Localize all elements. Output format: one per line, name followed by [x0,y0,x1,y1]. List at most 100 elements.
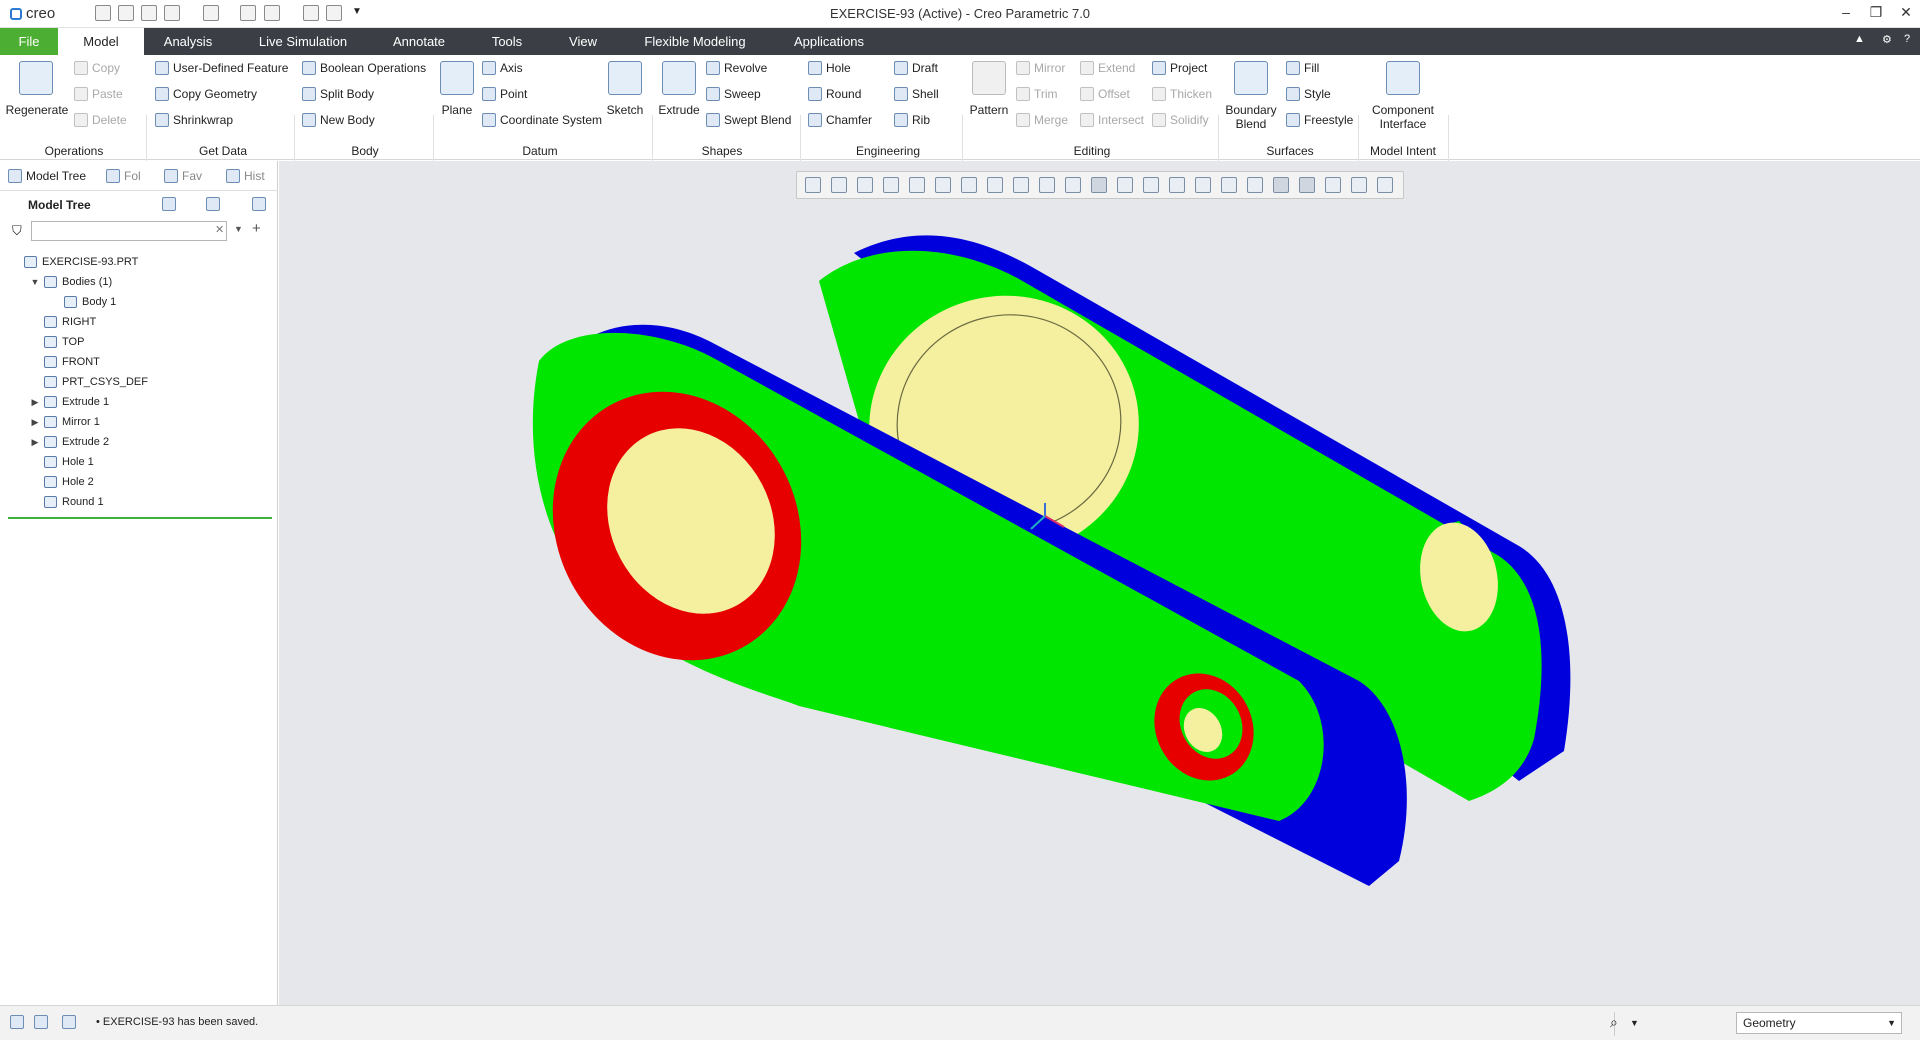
plane-icon[interactable] [440,61,474,95]
trim-button[interactable]: Trim [1016,87,1058,101]
group-surfaces[interactable]: Surfaces [1250,144,1330,158]
tab-applications[interactable]: Applications [786,28,872,55]
extrude-icon[interactable] [662,61,696,95]
tree-item[interactable]: ▶ Extrude 2 [0,433,109,451]
group-engineering[interactable]: Engineering [840,144,936,158]
tree-item[interactable]: RIGHT [0,313,96,331]
group-operations[interactable]: Operations [30,144,118,158]
new-body-button[interactable]: New Body [302,113,375,127]
find-dropdown-icon[interactable]: ▼ [1630,1018,1639,1028]
component-interface-icon[interactable] [1386,61,1420,95]
tree-item[interactable]: Hole 1 [0,453,94,471]
tab-history[interactable]: Hist [226,169,265,183]
tree-item[interactable]: FRONT [0,353,100,371]
clear-search-icon[interactable]: ✕ [215,223,224,236]
add-icon[interactable]: + [252,220,261,237]
group-datum[interactable]: Datum [510,144,570,158]
draft-button[interactable]: Draft [894,61,938,75]
group-editing[interactable]: Editing [1060,144,1124,158]
shell-button[interactable]: Shell [894,87,939,101]
axis-button[interactable]: Axis [482,61,523,75]
tree-item[interactable]: PRT_CSYS_DEF [0,373,148,391]
revolve-button[interactable]: Revolve [706,61,767,75]
swept-blend-button[interactable]: Swept Blend [706,113,791,127]
model-tree-search-input[interactable] [31,221,227,241]
group-body[interactable]: Body [330,144,400,158]
plane-button[interactable]: Plane [434,103,480,117]
regenerate-button[interactable]: Regenerate [4,103,70,117]
help-icon[interactable]: ? [1904,33,1910,45]
tree-item[interactable]: TOP [0,333,84,351]
group-get-data[interactable]: Get Data [178,144,268,158]
round-button[interactable]: Round [808,87,861,101]
tree-item[interactable]: EXERCISE-93.PRT [0,253,138,271]
copy-geometry-button[interactable]: Copy Geometry [155,87,257,101]
fill-button[interactable]: Fill [1286,61,1319,75]
pattern-button[interactable]: Pattern [964,103,1014,117]
ribbon-options-icon[interactable]: ⚙ [1882,33,1892,46]
full-screen-icon[interactable] [62,1015,76,1029]
boundary-blend-icon[interactable] [1234,61,1268,95]
minimize-ribbon-icon[interactable]: ▲ [1854,33,1865,45]
copy-button[interactable]: Copy [74,61,120,75]
tree-item[interactable]: Hole 2 [0,473,94,491]
sketch-icon[interactable] [608,61,642,95]
chamfer-button[interactable]: Chamfer [808,113,872,127]
thicken-button[interactable]: Thicken [1152,87,1212,101]
boundary-blend-button[interactable]: Boundary Blend [1222,103,1280,131]
tab-folder-browser[interactable]: Fol [106,169,141,183]
offset-button[interactable]: Offset [1080,87,1130,101]
tab-file[interactable]: File [0,28,58,55]
style-button[interactable]: Style [1286,87,1331,101]
tab-favorites[interactable]: Fav [164,169,202,183]
merge-button[interactable]: Merge [1016,113,1068,127]
pattern-icon[interactable] [972,61,1006,95]
hole-button[interactable]: Hole [808,61,851,75]
group-model-intent[interactable]: Model Intent [1362,144,1444,158]
tree-columns-icon[interactable] [206,197,220,211]
toggle-navigator-icon[interactable] [10,1015,24,1029]
tree-filters-icon[interactable] [252,197,266,211]
coordinate-system-button[interactable]: Coordinate System [482,113,602,127]
solidify-button[interactable]: Solidify [1152,113,1209,127]
expand-toggle-icon[interactable]: ▶ [30,397,40,408]
rib-button[interactable]: Rib [894,113,930,127]
paste-button[interactable]: Paste [74,87,123,101]
selection-filter-dropdown[interactable]: Geometry ▼ [1736,1012,1902,1034]
toggle-browser-icon[interactable] [34,1015,48,1029]
expand-toggle-icon[interactable]: ▼ [30,277,40,287]
intersect-button[interactable]: Intersect [1080,113,1144,127]
restore-icon[interactable]: ❐ [1866,4,1886,21]
tab-tools[interactable]: Tools [480,28,534,55]
group-shapes[interactable]: Shapes [690,144,754,158]
close-icon[interactable]: ✕ [1896,4,1916,21]
filter-icon[interactable]: ⛉ [12,223,22,239]
project-button[interactable]: Project [1152,61,1207,75]
component-interface-button[interactable]: Component Interface [1362,103,1444,131]
tree-item[interactable]: Body 1 [0,293,116,311]
tree-item[interactable]: Round 1 [0,493,104,511]
freestyle-button[interactable]: Freestyle [1286,113,1353,127]
split-body-button[interactable]: Split Body [302,87,374,101]
insert-indicator[interactable] [8,517,272,519]
tab-model[interactable]: Model [58,28,144,55]
tree-item[interactable]: ▼ Bodies (1) [0,273,112,291]
expand-toggle-icon[interactable]: ▶ [30,417,40,428]
tab-live-simulation[interactable]: Live Simulation [246,28,360,55]
extend-button[interactable]: Extend [1080,61,1135,75]
expand-toggle-icon[interactable]: ▶ [30,437,40,448]
tab-analysis[interactable]: Analysis [152,28,224,55]
tab-flexible-modeling[interactable]: Flexible Modeling [636,28,754,55]
search-dropdown-icon[interactable]: ▼ [234,224,243,234]
find-icon[interactable]: ⌕ [1610,1014,1618,1031]
tab-model-tree[interactable]: Model Tree [8,169,86,183]
tab-annotate[interactable]: Annotate [380,28,458,55]
tree-item[interactable]: ▶ Mirror 1 [0,413,100,431]
udf-button[interactable]: User-Defined Feature [155,61,288,75]
extrude-button[interactable]: Extrude [654,103,704,117]
boolean-operations-button[interactable]: Boolean Operations [302,61,426,75]
tab-view[interactable]: View [556,28,610,55]
part-model-view[interactable] [279,161,1920,1005]
tree-settings-icon[interactable] [162,197,176,211]
delete-button[interactable]: Delete [74,113,127,127]
